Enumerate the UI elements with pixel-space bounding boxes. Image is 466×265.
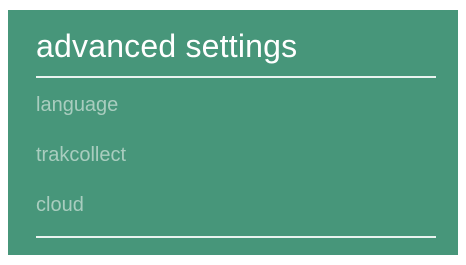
menu-item-trakcollect[interactable]: trakcollect xyxy=(36,141,126,191)
bottom-divider xyxy=(36,236,436,238)
panel-title: advanced settings xyxy=(36,28,298,64)
menu-item-language[interactable]: language xyxy=(36,91,126,141)
top-divider xyxy=(36,76,436,78)
menu-item-cloud[interactable]: cloud xyxy=(36,191,126,241)
settings-menu: language trakcollect cloud xyxy=(36,91,126,241)
advanced-settings-panel: advanced settings language trakcollect c… xyxy=(8,10,458,255)
